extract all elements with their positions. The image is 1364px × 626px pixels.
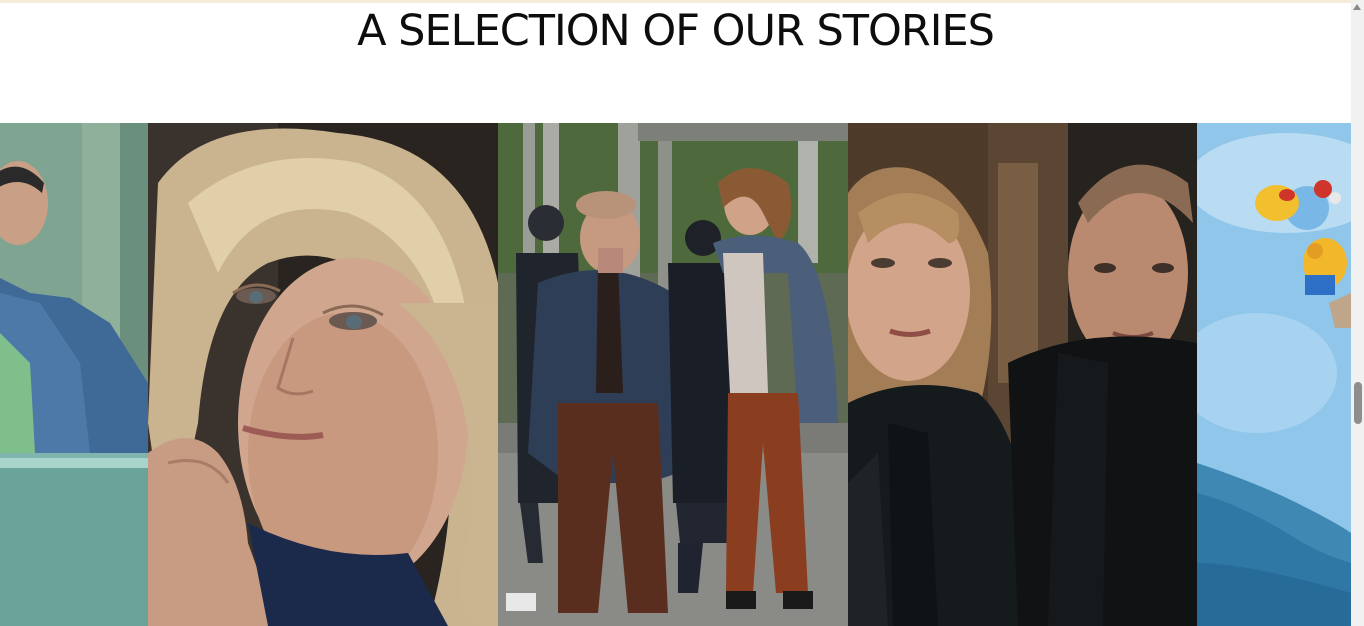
animated-characters-sky-image: [1197, 123, 1351, 626]
scrollbar-thumb[interactable]: [1354, 382, 1362, 424]
woman-and-man-dark-scene-image: [848, 123, 1197, 626]
story-card-4[interactable]: [848, 123, 1197, 626]
page: A SELECTION OF OUR STORIES: [0, 0, 1364, 626]
stories-carousel[interactable]: [0, 123, 1351, 626]
police-scene-image: [498, 123, 848, 626]
story-card-1[interactable]: [0, 123, 148, 626]
vertical-scrollbar[interactable]: [1351, 0, 1364, 626]
blonde-woman-closeup-image: [148, 123, 498, 626]
story-card-2[interactable]: [148, 123, 498, 626]
young-man-denim-jacket-laptop-image: [0, 123, 148, 626]
section-title: A SELECTION OF OUR STORIES: [357, 6, 995, 56]
scroll-up-arrow-icon[interactable]: [1353, 4, 1361, 10]
story-card-5[interactable]: [1197, 123, 1351, 626]
top-border: [0, 0, 1351, 3]
story-card-3[interactable]: [498, 123, 848, 626]
